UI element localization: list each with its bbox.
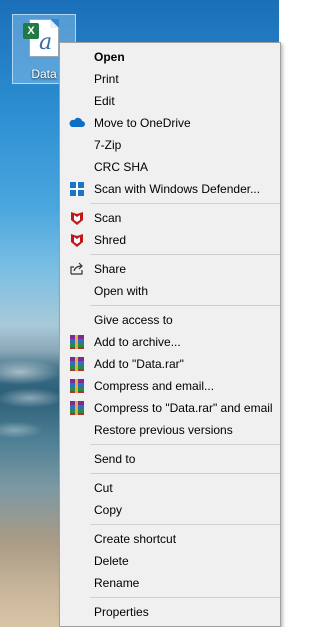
menu-item-label: Open [94,50,125,64]
menu-item-label: Delete [94,554,129,568]
menu-item-label: Cut [94,481,113,495]
menu-item-label: Send to [94,452,136,466]
menu-item-compress-to-data-rar-email[interactable]: Compress to "Data.rar" and email [62,397,277,419]
menu-item-label: Shred [94,233,127,247]
mcafee-icon [69,210,85,226]
menu-separator [90,524,280,525]
winrar-icon [69,378,85,394]
menu-item-create-shortcut[interactable]: Create shortcut [62,528,277,550]
menu-item-add-to-archive[interactable]: Add to archive... [62,331,277,353]
menu-item-label: Scan [94,211,122,225]
share-icon [69,261,85,277]
menu-item-delete[interactable]: Delete [62,550,277,572]
menu-item-crc-sha[interactable]: CRC SHA [62,156,277,178]
menu-item-label: Add to archive... [94,335,181,349]
context-menu: Open Print Edit Move to OneDrive 7-Zip C… [59,42,281,627]
menu-item-scan[interactable]: Scan [62,207,277,229]
menu-item-copy[interactable]: Copy [62,499,277,521]
menu-item-label: Give access to [94,313,173,327]
menu-item-print[interactable]: Print [62,68,277,90]
menu-separator [90,203,280,204]
winrar-icon [69,400,85,416]
onedrive-icon [69,115,85,131]
menu-separator [90,597,280,598]
menu-item-label: Scan with Windows Defender... [94,182,261,196]
excel-icon: X [23,23,39,39]
menu-item-shred[interactable]: Shred [62,229,277,251]
menu-item-7zip[interactable]: 7-Zip [62,134,277,156]
menu-item-rename[interactable]: Rename [62,572,277,594]
menu-item-compress-and-email[interactable]: Compress and email... [62,375,277,397]
menu-item-label: Edit [94,94,115,108]
menu-item-label: Open with [94,284,149,298]
menu-separator [90,444,280,445]
winrar-icon [69,356,85,372]
menu-item-label: Create shortcut [94,532,177,546]
menu-item-label: Rename [94,576,140,590]
menu-separator [90,473,280,474]
menu-item-label: Properties [94,605,149,619]
menu-item-open[interactable]: Open [62,46,277,68]
menu-item-scan-defender[interactable]: Scan with Windows Defender... [62,178,277,200]
menu-item-label: 7-Zip [94,138,122,152]
menu-item-label: Share [94,262,127,276]
menu-item-label: Compress and email... [94,379,215,393]
menu-item-send-to[interactable]: Send to [62,448,277,470]
menu-item-give-access[interactable]: Give access to [62,309,277,331]
mcafee-icon [69,232,85,248]
menu-item-label: CRC SHA [94,160,149,174]
menu-item-label: Print [94,72,119,86]
menu-item-label: Copy [94,503,123,517]
menu-item-add-to-data-rar[interactable]: Add to "Data.rar" [62,353,277,375]
menu-item-restore-previous-versions[interactable]: Restore previous versions [62,419,277,441]
menu-item-label: Add to "Data.rar" [94,357,184,371]
menu-item-cut[interactable]: Cut [62,477,277,499]
menu-item-properties[interactable]: Properties [62,601,277,623]
document-letter: a [39,30,53,55]
winrar-icon [69,334,85,350]
menu-item-share[interactable]: Share [62,258,277,280]
menu-item-open-with[interactable]: Open with [62,280,277,302]
windows-defender-icon [69,181,85,197]
menu-item-label: Move to OneDrive [94,116,191,130]
menu-separator [90,305,280,306]
menu-item-move-to-onedrive[interactable]: Move to OneDrive [62,112,277,134]
menu-item-label: Restore previous versions [94,423,233,437]
menu-item-label: Compress to "Data.rar" and email [94,401,273,415]
menu-item-edit[interactable]: Edit [62,90,277,112]
menu-separator [90,254,280,255]
